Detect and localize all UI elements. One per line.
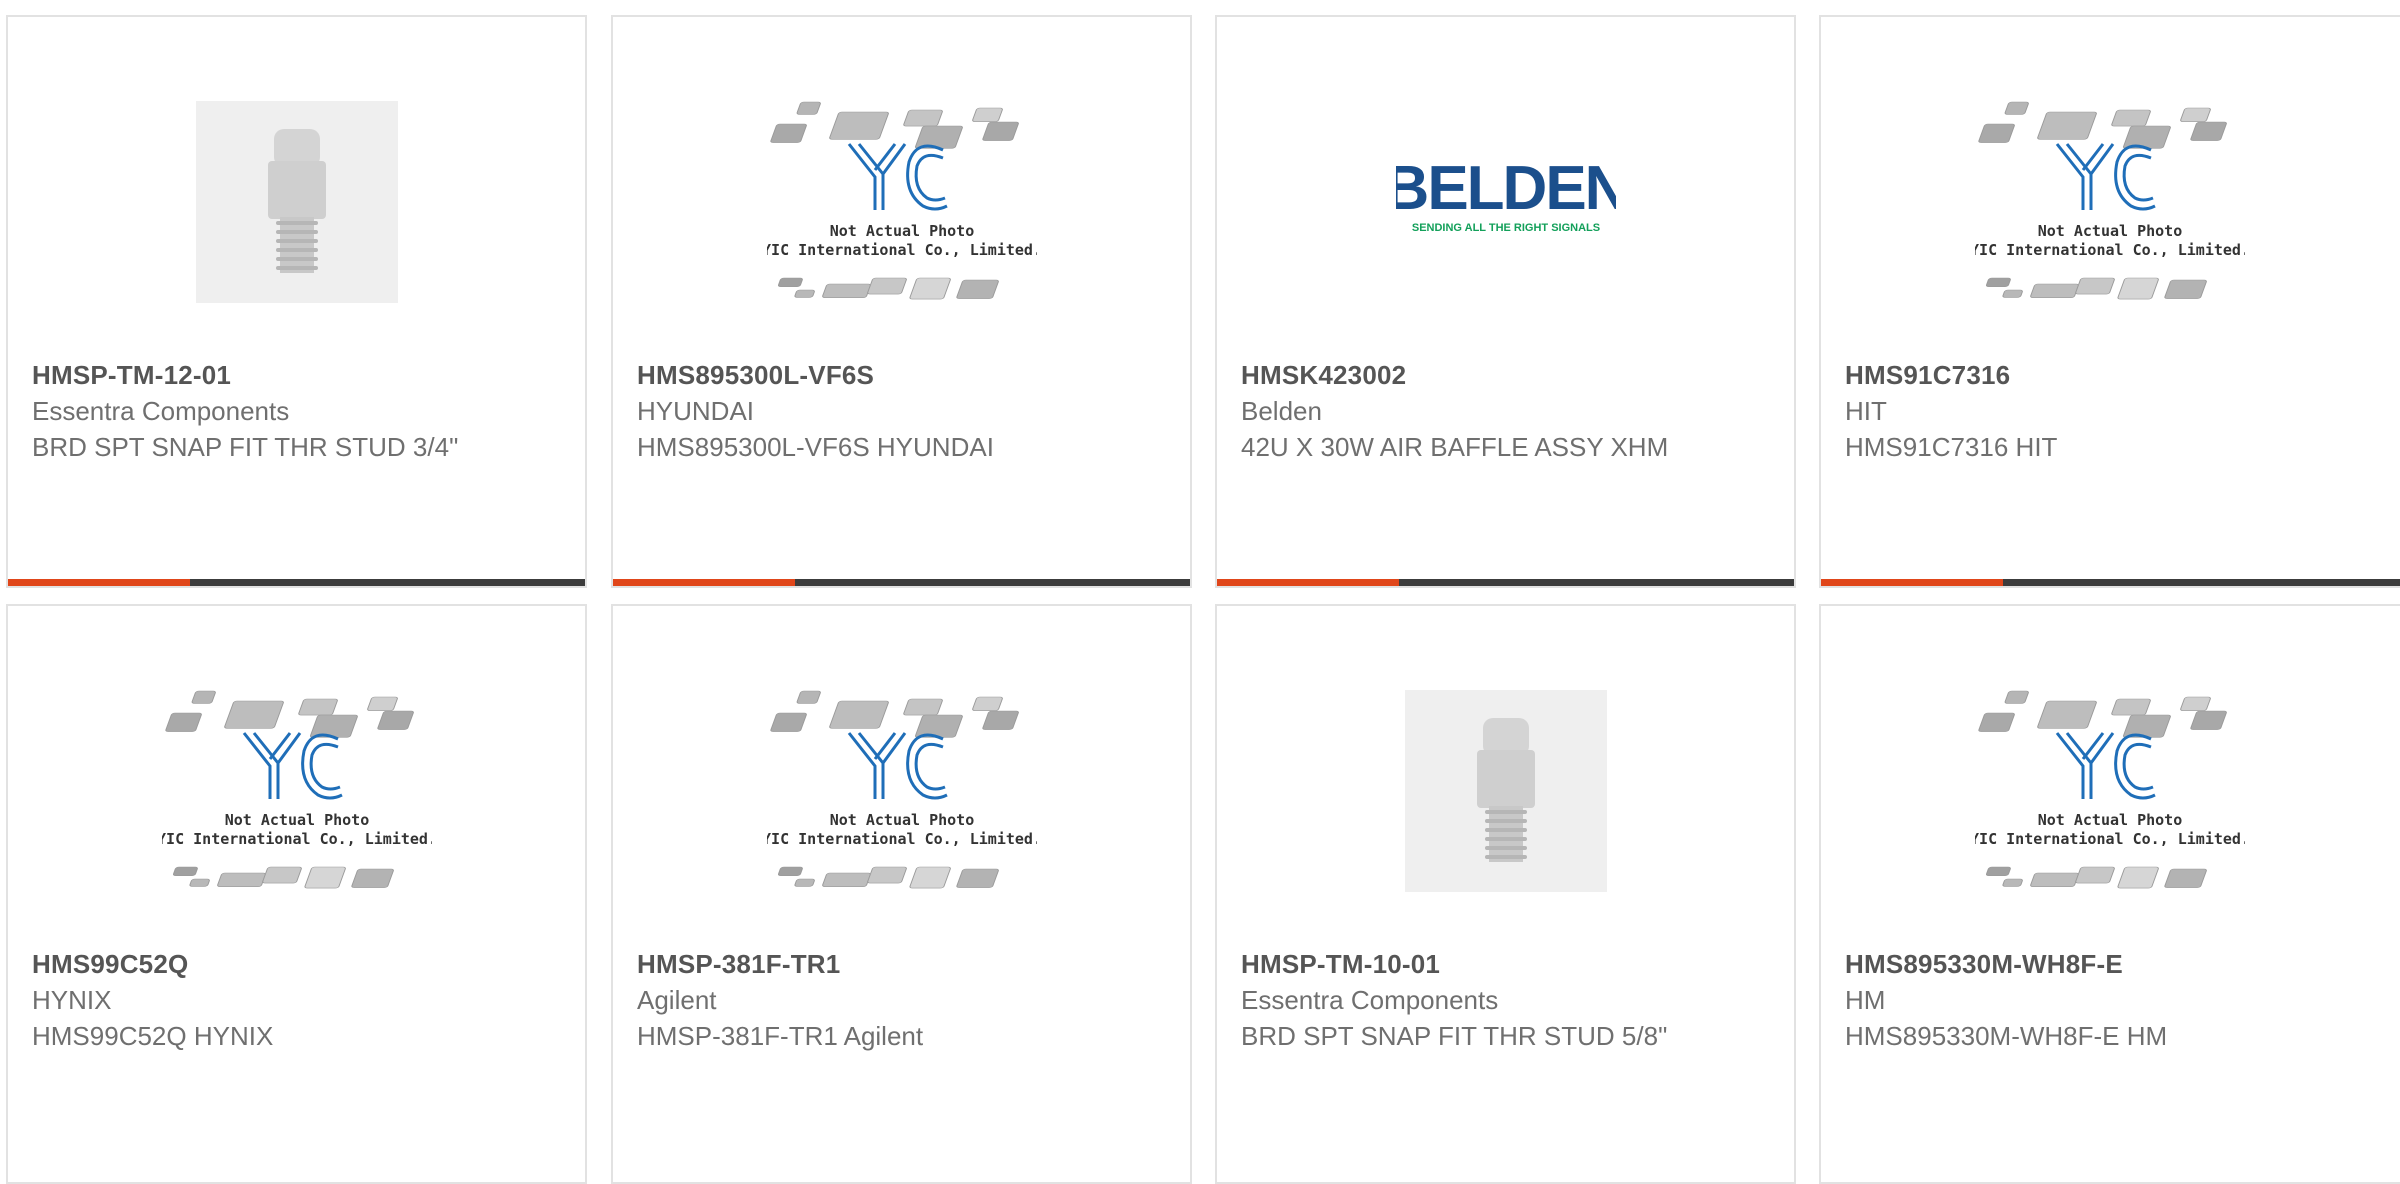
stud-photo-image	[195, 100, 398, 303]
product-image[interactable]: BELDEN SENDING ALL THE RIGHT SIGNALS	[1217, 79, 1794, 324]
product-card[interactable]: Not Actual Photo YIC International Co., …	[6, 604, 587, 1184]
description: HMS99C52Q HYNIX	[32, 1021, 274, 1051]
part-number[interactable]: HMS91C7316	[1845, 357, 2383, 393]
part-number[interactable]: HMSP-381F-TR1	[637, 946, 1166, 982]
manufacturer: Belden	[1241, 396, 1322, 426]
description: HMS91C7316 HIT	[1845, 432, 2058, 462]
card-bottom-bar	[613, 579, 1190, 586]
description: BRD SPT SNAP FIT THR STUD 3/4"	[32, 432, 459, 462]
svg-text:Not Actual Photo: Not Actual Photo	[2037, 222, 2182, 240]
product-image[interactable]: Not Actual Photo YIC International Co., …	[613, 668, 1190, 913]
svg-text:Not Actual Photo: Not Actual Photo	[2037, 811, 2182, 829]
card-bottom-bar	[1217, 579, 1794, 586]
product-card[interactable]: Not Actual Photo YIC International Co., …	[611, 604, 1192, 1184]
svg-text:YIC International Co., Limited: YIC International Co., Limited.	[767, 241, 1037, 259]
yic-placeholder-image: Not Actual Photo YIC International Co., …	[767, 101, 1037, 299]
card-accent	[8, 579, 190, 586]
svg-text:YIC International Co., Limited: YIC International Co., Limited.	[1975, 830, 2245, 848]
svg-text:SENDING ALL THE RIGHT SIGNALS: SENDING ALL THE RIGHT SIGNALS	[1411, 222, 1599, 234]
part-number[interactable]: HMS895330M-WH8F-E	[1845, 946, 2383, 982]
product-image[interactable]: Not Actual Photo YIC International Co., …	[8, 668, 585, 913]
yic-placeholder-image: Not Actual Photo YIC International Co., …	[1975, 690, 2245, 888]
product-image[interactable]: Not Actual Photo YIC International Co., …	[1821, 79, 2398, 324]
part-number[interactable]: HMSP-TM-12-01	[32, 357, 561, 393]
description: HMS895330M-WH8F-E HM	[1845, 1021, 2168, 1051]
manufacturer: Agilent	[637, 985, 717, 1015]
svg-text:YIC International Co., Limited: YIC International Co., Limited.	[767, 830, 1037, 848]
product-card[interactable]: BELDEN SENDING ALL THE RIGHT SIGNALS HMS…	[1215, 15, 1796, 588]
product-image[interactable]: Not Actual Photo YIC International Co., …	[1821, 668, 2398, 913]
card-accent	[1821, 579, 2003, 586]
yic-placeholder-image: Not Actual Photo YIC International Co., …	[162, 690, 432, 888]
product-image[interactable]	[8, 79, 585, 324]
yic-placeholder-image: Not Actual Photo YIC International Co., …	[767, 690, 1037, 888]
product-grid: HMSP-TM-12-01 Essentra Components BRD SP…	[0, 0, 2400, 1184]
product-card[interactable]: HMSP-TM-12-01 Essentra Components BRD SP…	[6, 15, 587, 588]
part-number[interactable]: HMSP-TM-10-01	[1241, 946, 1770, 982]
part-number[interactable]: HMS895300L-VF6S	[637, 357, 1166, 393]
manufacturer: Essentra Components	[32, 396, 290, 426]
card-accent	[1217, 579, 1399, 586]
manufacturer: Essentra Components	[1241, 985, 1499, 1015]
manufacturer: HIT	[1845, 396, 1887, 426]
svg-text:BELDEN: BELDEN	[1396, 157, 1616, 223]
svg-text:YIC International Co., Limited: YIC International Co., Limited.	[162, 830, 432, 848]
svg-text:Not Actual Photo: Not Actual Photo	[829, 811, 974, 829]
manufacturer: HM	[1845, 985, 1886, 1015]
part-number[interactable]: HMSK423002	[1241, 357, 1770, 393]
svg-text:Not Actual Photo: Not Actual Photo	[224, 811, 369, 829]
stud-photo-image	[1404, 689, 1607, 892]
card-bottom-bar	[8, 579, 585, 586]
product-card[interactable]: Not Actual Photo YIC International Co., …	[611, 15, 1192, 588]
belden-logo-image: BELDEN SENDING ALL THE RIGHT SIGNALS	[1396, 157, 1616, 234]
manufacturer: HYUNDAI	[637, 396, 755, 426]
product-card[interactable]: Not Actual Photo YIC International Co., …	[1819, 15, 2400, 588]
manufacturer: HYNIX	[32, 985, 112, 1015]
product-image[interactable]	[1217, 668, 1794, 913]
product-card[interactable]: Not Actual Photo YIC International Co., …	[1819, 604, 2400, 1184]
svg-text:YIC International Co., Limited: YIC International Co., Limited.	[1975, 241, 2245, 259]
description: HMSP-381F-TR1 Agilent	[637, 1021, 924, 1051]
card-accent	[613, 579, 795, 586]
description: HMS895300L-VF6S HYUNDAI	[637, 432, 994, 462]
description: 42U X 30W AIR BAFFLE ASSY XHM	[1241, 432, 1669, 462]
product-image[interactable]: Not Actual Photo YIC International Co., …	[613, 79, 1190, 324]
product-card[interactable]: HMSP-TM-10-01 Essentra Components BRD SP…	[1215, 604, 1796, 1184]
part-number[interactable]: HMS99C52Q	[32, 946, 561, 982]
description: BRD SPT SNAP FIT THR STUD 5/8"	[1241, 1021, 1668, 1051]
card-bottom-bar	[1821, 579, 2400, 586]
yic-placeholder-image: Not Actual Photo YIC International Co., …	[1975, 101, 2245, 299]
svg-text:Not Actual Photo: Not Actual Photo	[829, 222, 974, 240]
